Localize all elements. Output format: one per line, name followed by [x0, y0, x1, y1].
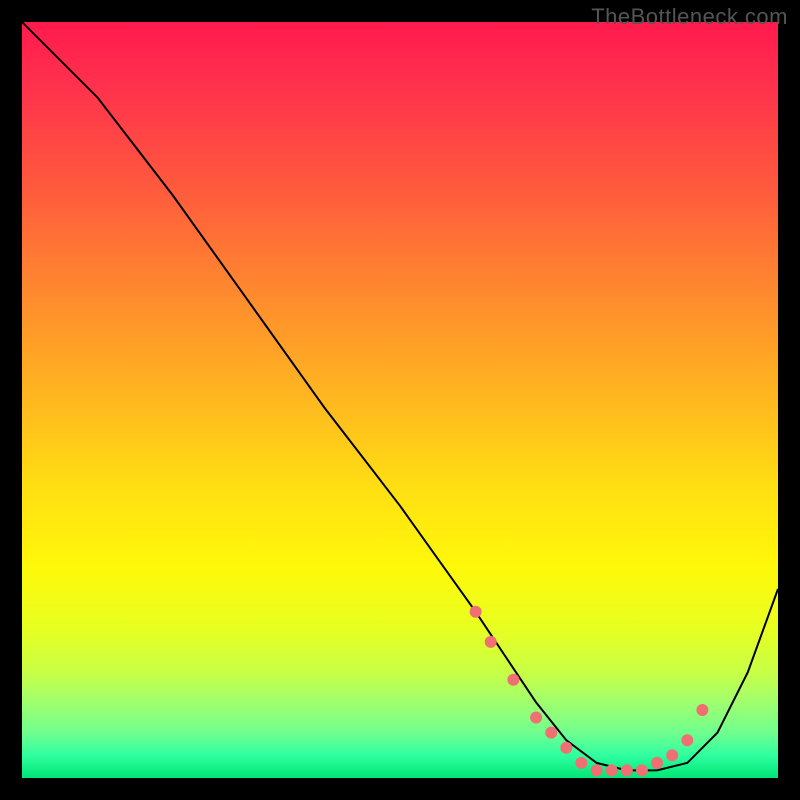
plot-area	[22, 22, 778, 778]
marker-dot	[696, 704, 708, 716]
marker-dot	[530, 712, 542, 724]
marker-dot	[560, 742, 572, 754]
marker-dot	[485, 636, 497, 648]
chart-svg	[22, 22, 778, 778]
marker-dot	[470, 606, 482, 618]
marker-dot	[606, 764, 618, 776]
marker-dot	[591, 764, 603, 776]
marker-dot	[575, 757, 587, 769]
chart-frame: TheBottleneck.com	[0, 0, 800, 800]
marker-dot	[507, 674, 519, 686]
marker-dot	[621, 764, 633, 776]
watermark-text: TheBottleneck.com	[591, 4, 788, 30]
marker-dot	[666, 749, 678, 761]
marker-dot	[636, 764, 648, 776]
marker-dot	[651, 757, 663, 769]
marker-dot	[545, 727, 557, 739]
marker-dot	[681, 734, 693, 746]
curve-markers	[470, 606, 709, 777]
curve-line	[22, 22, 778, 770]
